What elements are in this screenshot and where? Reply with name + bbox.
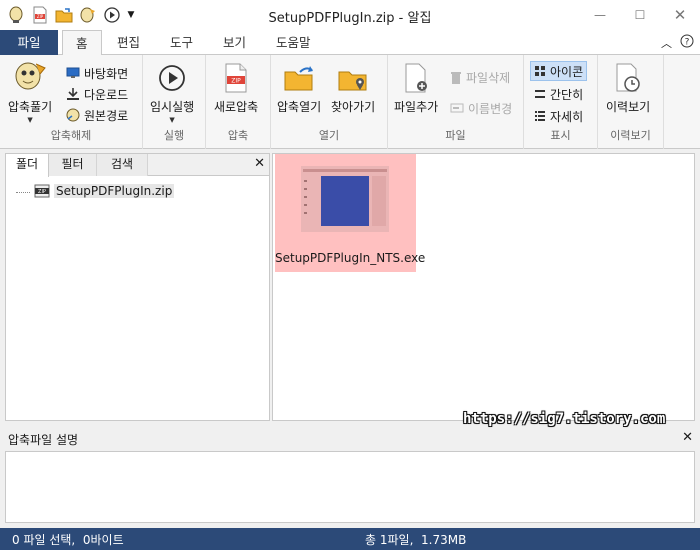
description-textarea[interactable] [5, 451, 695, 523]
watermark-text: https://sig7.tistory.com [463, 411, 666, 427]
add-file-icon [398, 61, 434, 95]
tree-item[interactable]: ZIP SetupPDFPlugIn.zip [16, 184, 175, 198]
svg-text:?: ? [685, 38, 690, 48]
tab-help[interactable]: 도움말 [263, 30, 324, 55]
group-compress: ZIP 새로압축 압축 [206, 55, 271, 149]
maximize-button[interactable]: ☐ [620, 0, 660, 30]
grid-icon [535, 66, 545, 76]
svg-text:ZIP: ZIP [38, 189, 46, 195]
svg-text:ZIP: ZIP [231, 78, 241, 85]
tab-tools[interactable]: 도구 [157, 30, 206, 55]
title-bar: ZIP ▼ SetupPDFPlugIn.zip - 알집 — ☐ ✕ [0, 0, 700, 30]
new-zip-icon: ZIP [218, 61, 254, 95]
file-list-pane: SetupPDFPlugIn_NTS.exe https://sig7.tist… [272, 153, 695, 427]
close-icon[interactable]: ✕ [682, 430, 693, 445]
trash-icon [451, 71, 461, 84]
tab-search[interactable]: 검색 [97, 154, 148, 176]
open-archive-button[interactable]: 압축열기 [277, 61, 321, 115]
window-controls: — ☐ ✕ [580, 0, 700, 30]
extract-desktop-button[interactable]: 바탕화면 [66, 63, 128, 83]
group-history: 이력보기 이력보기 [598, 55, 664, 149]
rename-button[interactable]: 이름변경 [450, 98, 512, 118]
rename-icon [450, 103, 464, 113]
collapse-ribbon-icon[interactable]: ︿ [661, 35, 672, 51]
tab-view[interactable]: 보기 [210, 30, 259, 55]
tab-folder[interactable]: 폴더 [6, 154, 49, 177]
minimize-button[interactable]: — [580, 0, 620, 30]
group-run: 임시실행 ▼ 실행 [143, 55, 206, 149]
add-file-button[interactable]: 파일추가 [394, 61, 438, 115]
folder-location-icon [335, 61, 371, 95]
ribbon-tabs: 파일 홈 편집 도구 보기 도움말 ︿ ? [0, 30, 700, 56]
tab-home[interactable]: 홈 [62, 30, 102, 56]
history-button[interactable]: 이력보기 [606, 61, 650, 115]
history-icon [610, 61, 646, 95]
help-icon[interactable]: ? [680, 34, 694, 51]
view-icons-button[interactable]: 아이콘 [530, 61, 588, 81]
extract-button[interactable]: 압축풀기 ▼ [8, 61, 52, 124]
folder-pane-tabs: 폴더 필터 검색 ✕ [6, 154, 269, 177]
zip-file-icon: ZIP [34, 184, 50, 198]
chevron-down-icon: ▼ [27, 116, 33, 124]
download-icon [67, 88, 79, 100]
file-item[interactable]: SetupPDFPlugIn_NTS.exe [275, 154, 426, 272]
goto-location-button[interactable]: 찾아가기 [331, 61, 375, 115]
file-item-name: SetupPDFPlugIn_NTS.exe [275, 251, 426, 265]
details-icon [535, 111, 545, 121]
extract-icon [12, 61, 48, 95]
desktop-icon [66, 67, 80, 78]
group-view: 아이콘 간단히 자세히 표시 [524, 55, 598, 149]
extract-download-button[interactable]: 다운로드 [66, 84, 128, 104]
status-bar: 0 파일 선택, 0바이트 총 1파일, 1.73MB [0, 528, 700, 550]
description-title: 압축파일 설명 [8, 433, 79, 447]
view-details-button[interactable]: 자세히 [534, 106, 583, 126]
group-file: 파일추가 파일삭제 이름변경 파일 [388, 55, 524, 149]
status-total: 총 1파일, 1.73MB [365, 533, 467, 547]
tab-file[interactable]: 파일 [0, 30, 58, 55]
ribbon: 압축풀기 ▼ 바탕화면 다운로드 원본경로 압축해제 임시실행 ▼ 실행 ZIP… [0, 55, 700, 149]
close-button[interactable]: ✕ [660, 0, 700, 30]
extract-original-path-button[interactable]: 원본경로 [66, 105, 128, 125]
group-open: 압축열기 찾아가기 열기 [271, 55, 388, 149]
tab-filter[interactable]: 필터 [49, 154, 97, 176]
group-extract: 압축풀기 ▼ 바탕화면 다운로드 원본경로 압축해제 [0, 55, 143, 149]
close-icon[interactable]: ✕ [254, 156, 265, 171]
exe-file-icon [301, 166, 389, 232]
delete-file-button[interactable]: 파일삭제 [450, 67, 510, 87]
play-icon [154, 61, 190, 95]
original-path-icon [66, 108, 80, 122]
open-folder-icon [281, 61, 317, 95]
chevron-down-icon: ▼ [169, 116, 175, 124]
new-compress-button[interactable]: ZIP 새로압축 [214, 61, 258, 115]
tree-item-label: SetupPDFPlugIn.zip [54, 184, 175, 198]
temp-run-button[interactable]: 임시실행 ▼ [150, 61, 194, 124]
description-header: 압축파일 설명 ✕ [5, 428, 695, 450]
status-selection: 0 파일 선택, 0바이트 [12, 533, 124, 547]
list-icon [535, 90, 545, 98]
tab-edit[interactable]: 편집 [104, 30, 153, 55]
folder-pane: 폴더 필터 검색 ✕ ZIP SetupPDFPlugIn.zip [5, 153, 270, 421]
view-list-button[interactable]: 간단히 [534, 84, 583, 104]
